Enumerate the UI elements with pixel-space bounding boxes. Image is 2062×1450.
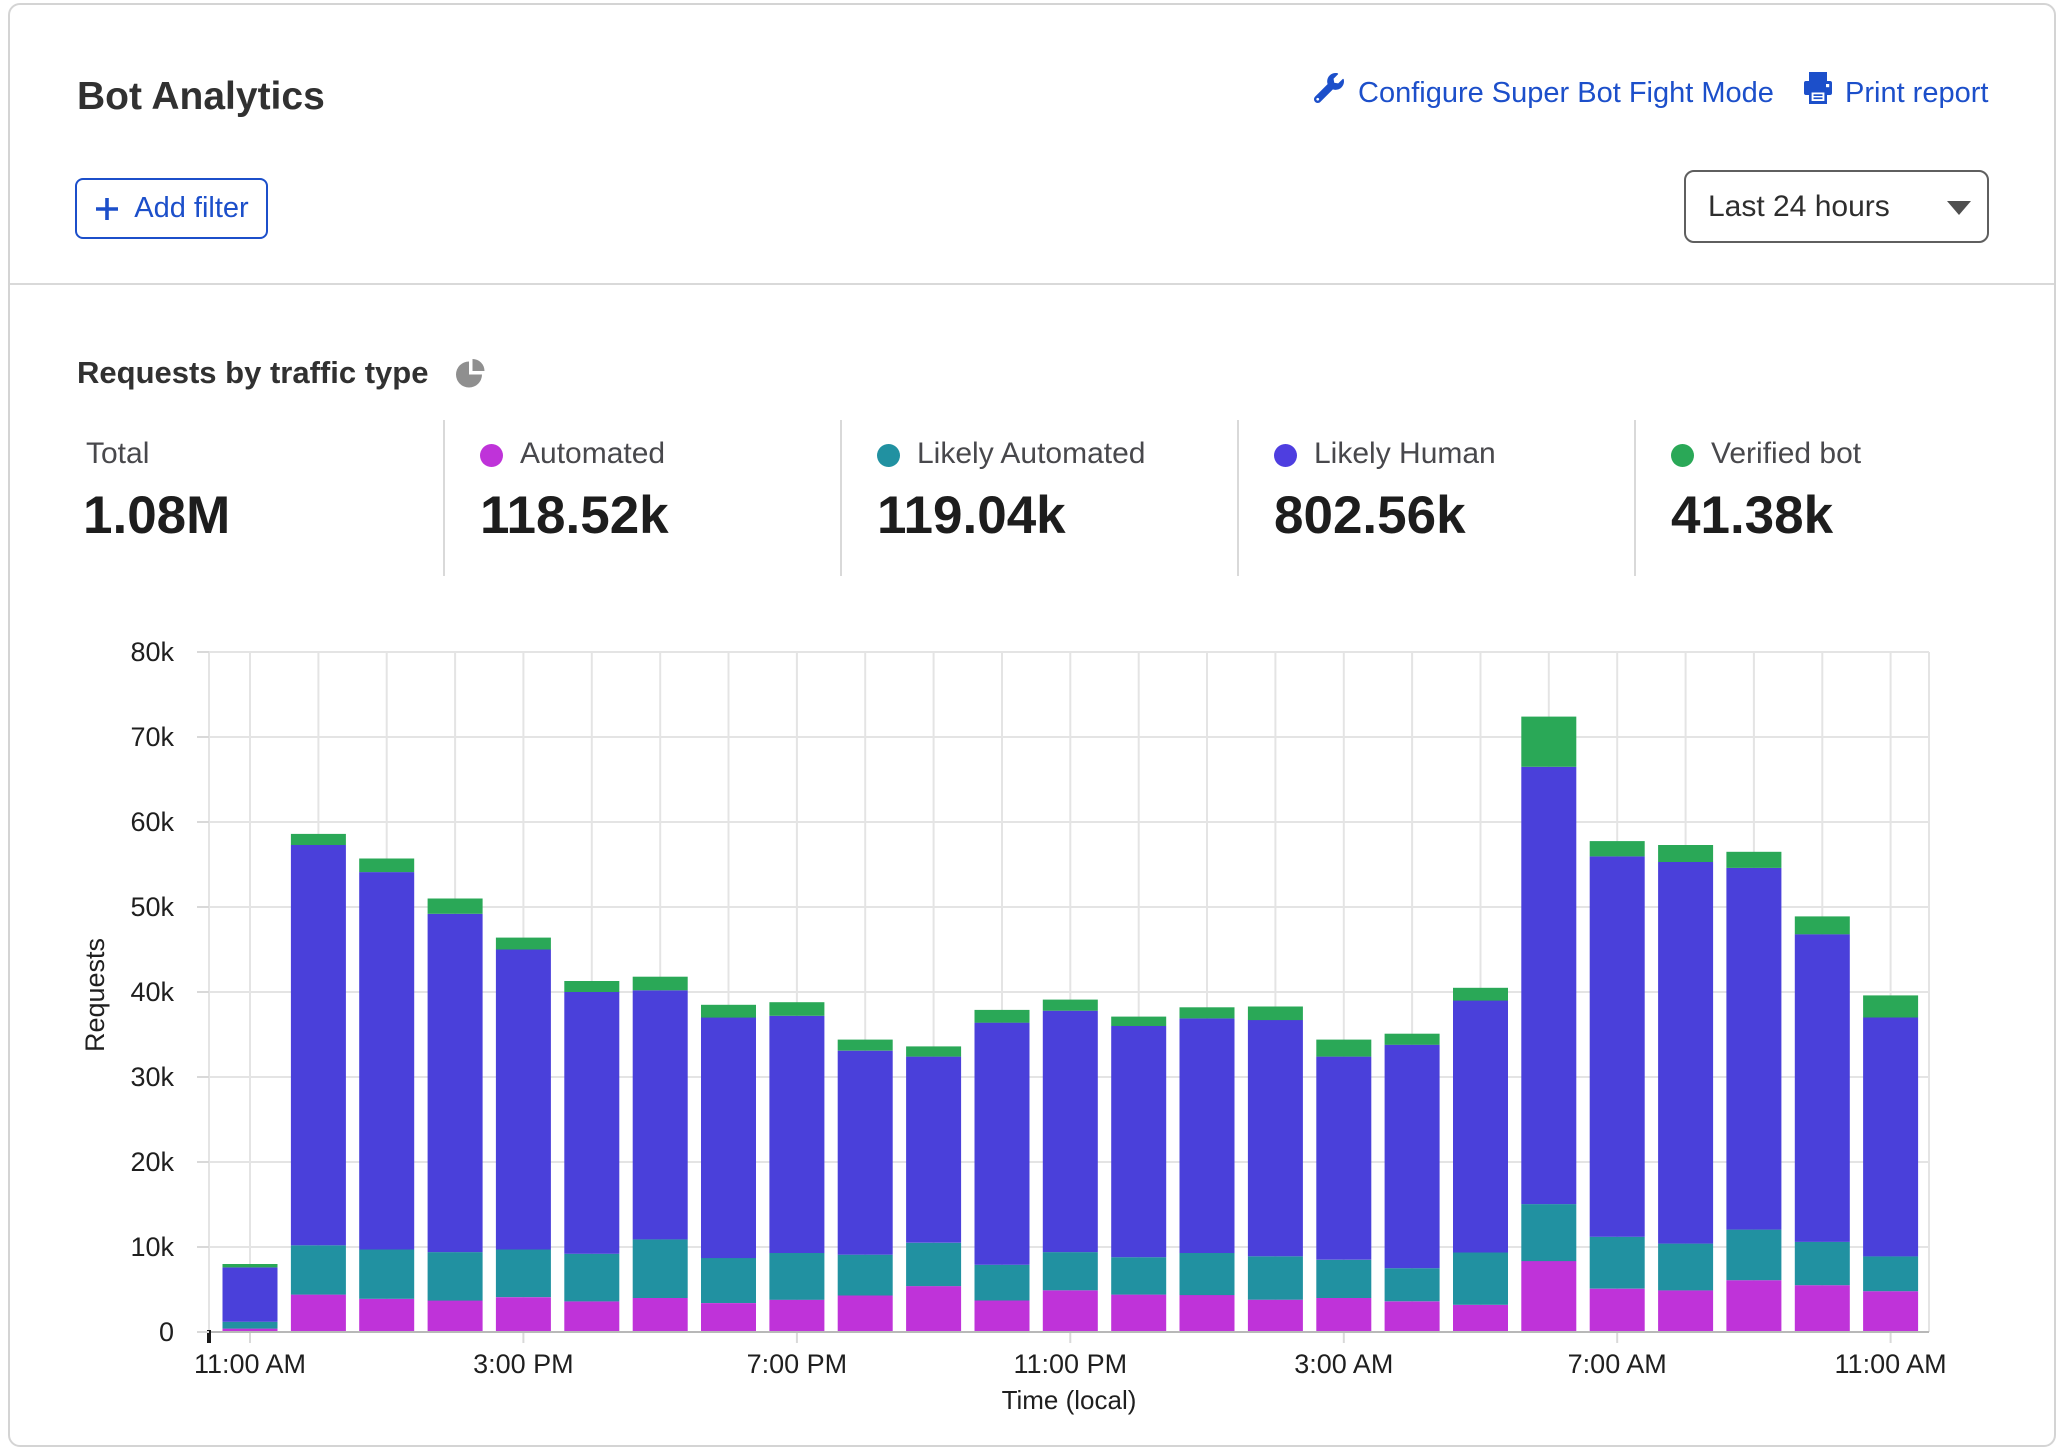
svg-text:50k: 50k [130,892,174,922]
svg-text:30k: 30k [130,1062,174,1092]
svg-text:Time (local): Time (local) [1002,1385,1137,1415]
svg-text:7:00 AM: 7:00 AM [1568,1349,1667,1379]
svg-text:10k: 10k [130,1232,174,1262]
svg-text:11:00 AM: 11:00 AM [1835,1349,1947,1379]
svg-text:11:00 PM: 11:00 PM [1014,1349,1128,1379]
svg-text:60k: 60k [130,807,174,837]
svg-text:3:00 PM: 3:00 PM [473,1349,574,1379]
svg-text:70k: 70k [130,722,174,752]
svg-text:0: 0 [159,1317,174,1347]
svg-text:80k: 80k [130,637,174,667]
svg-text:Requests: Requests [80,938,110,1052]
svg-text:40k: 40k [130,977,174,1007]
svg-text:7:00 PM: 7:00 PM [747,1349,848,1379]
svg-text:3:00 AM: 3:00 AM [1294,1349,1393,1379]
svg-text:20k: 20k [130,1147,174,1177]
svg-text:11:00 AM: 11:00 AM [194,1349,306,1379]
